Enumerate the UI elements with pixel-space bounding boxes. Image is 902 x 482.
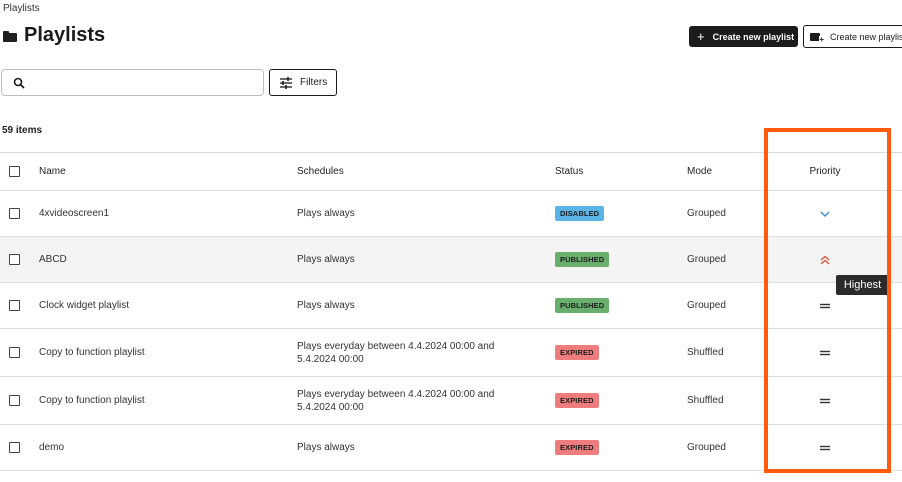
status-badge: EXPIRED xyxy=(555,440,599,455)
folder-plus-icon: + xyxy=(810,32,824,44)
row-checkbox[interactable] xyxy=(9,347,20,358)
create-new-playlist-folder-button[interactable]: + Create new playlist xyxy=(803,25,902,48)
playlist-schedule: Plays always xyxy=(297,254,355,265)
playlist-schedule: Plays always xyxy=(297,300,355,311)
status-badge: EXPIRED xyxy=(555,345,599,360)
column-header-schedules[interactable]: Schedules xyxy=(297,153,527,190)
row-checkbox[interactable] xyxy=(9,395,20,406)
create-new-playlist-label: Create new playlist xyxy=(712,31,795,42)
playlist-name[interactable]: 4xvideoscreen1 xyxy=(39,191,109,236)
row-checkbox[interactable] xyxy=(9,208,20,219)
page-header: Playlists xyxy=(3,24,105,47)
schedule-line-2: 5.4.2024 00:00 xyxy=(297,401,364,413)
search-icon xyxy=(13,77,25,89)
status-badge: PUBLISHED xyxy=(555,298,610,313)
playlist-name[interactable]: Clock widget playlist xyxy=(39,283,129,328)
playlist-mode: Grouped xyxy=(687,208,726,219)
row-checkbox[interactable] xyxy=(9,300,20,311)
create-new-playlist-button[interactable]: + Create new playlist xyxy=(689,26,798,47)
column-header-status[interactable]: Status xyxy=(555,153,583,190)
status-badge: EXPIRED xyxy=(555,393,599,408)
breadcrumb[interactable]: Playlists xyxy=(3,3,40,14)
page-title: Playlists xyxy=(24,24,106,46)
plus-icon: + xyxy=(697,29,705,44)
folder-icon xyxy=(3,30,17,42)
schedule-line-2: 5.4.2024 00:00 xyxy=(297,353,364,365)
column-header-mode[interactable]: Mode xyxy=(687,153,712,190)
filters-label: Filters xyxy=(300,77,328,88)
playlist-mode: Grouped xyxy=(687,254,726,265)
playlist-schedule: Plays everyday between 4.4.2024 00:00 an… xyxy=(297,329,527,376)
sliders-icon xyxy=(280,76,292,89)
priority-column-highlight xyxy=(764,128,891,473)
row-checkbox[interactable] xyxy=(9,442,20,453)
playlist-name[interactable]: Copy to function playlist xyxy=(39,329,145,376)
status-badge: PUBLISHED xyxy=(555,252,610,267)
items-count: 59 items xyxy=(2,125,43,136)
playlist-mode: Grouped xyxy=(687,300,726,311)
playlist-schedule: Plays always xyxy=(297,442,355,453)
schedule-line-1: Plays everyday between 4.4.2024 00:00 an… xyxy=(297,388,495,400)
column-header-name[interactable]: Name xyxy=(39,153,66,190)
schedule-line-1: Plays everyday between 4.4.2024 00:00 an… xyxy=(297,340,495,352)
playlist-name[interactable]: demo xyxy=(39,425,64,470)
select-all-checkbox[interactable] xyxy=(9,166,20,177)
playlist-mode: Grouped xyxy=(687,442,726,453)
filters-button[interactable]: Filters xyxy=(269,69,337,96)
status-badge: DISABLED xyxy=(555,206,605,221)
create-new-playlist-secondary-label: Create new playlist xyxy=(830,31,902,42)
playlist-mode: Shuffled xyxy=(687,347,724,358)
playlist-schedule: Plays always xyxy=(297,208,355,219)
search-input[interactable] xyxy=(1,69,264,96)
playlist-mode: Shuffled xyxy=(687,395,724,406)
playlist-schedule: Plays everyday between 4.4.2024 00:00 an… xyxy=(297,377,527,424)
row-checkbox[interactable] xyxy=(9,254,20,265)
playlist-name[interactable]: ABCD xyxy=(39,237,67,282)
playlist-name[interactable]: Copy to function playlist xyxy=(39,377,145,424)
